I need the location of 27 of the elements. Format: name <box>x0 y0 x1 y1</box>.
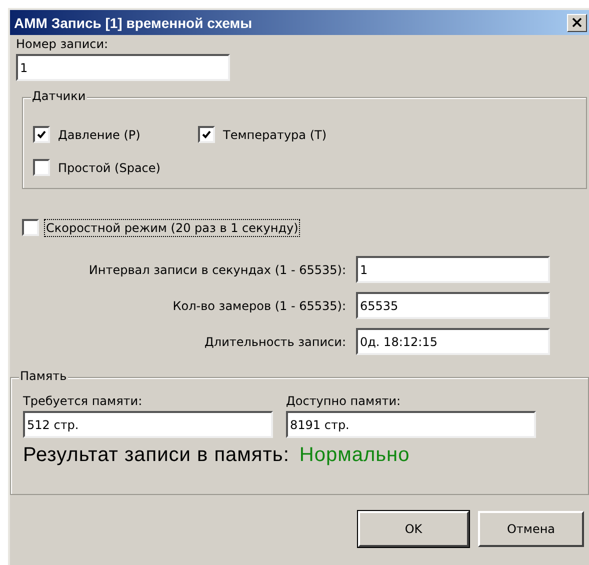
input-field[interactable]: 65535 <box>356 292 550 319</box>
group-title: Датчики <box>31 89 87 103</box>
result-value: Нормально <box>299 444 410 467</box>
available-memory-field[interactable]: 8191 стр. <box>286 411 536 438</box>
check-icon <box>37 130 46 139</box>
cancel-button[interactable]: Отмена <box>478 511 584 547</box>
sensor-checkbox[interactable]: Температура (T) <box>198 126 327 143</box>
speed-mode-checkbox[interactable]: Скоростной режим (20 раз в 1 секунду) <box>22 219 589 236</box>
group-title: Память <box>19 369 68 383</box>
close-icon <box>572 18 582 27</box>
ok-button[interactable]: OK <box>358 511 469 547</box>
field-label: Номер записи: <box>16 37 110 51</box>
required-memory-field[interactable]: 512 стр. <box>23 411 273 438</box>
field-label: Доступно памяти: <box>286 394 402 408</box>
sensor-checkbox[interactable]: Простой (Space) <box>33 159 160 176</box>
field-label: Кол-во замеров (1 - 65535): <box>172 298 346 312</box>
field-label: Длительность записи: <box>204 334 346 348</box>
input-field[interactable]: 1 <box>356 256 550 283</box>
sensor-checkbox[interactable]: Давление (P) <box>33 126 198 143</box>
field-label: Требуется памяти: <box>23 394 144 408</box>
result-label: Результат записи в память: <box>23 444 290 467</box>
close-button[interactable] <box>567 14 587 32</box>
check-icon <box>202 130 211 139</box>
input-field[interactable]: 0д. 18:12:15 <box>356 328 550 355</box>
record-number-field[interactable]: 1 <box>16 54 230 81</box>
field-label: Интервал записи в секундах (1 - 65535): <box>88 262 346 276</box>
window-title: АММ Запись [1] временной схемы <box>14 14 252 30</box>
